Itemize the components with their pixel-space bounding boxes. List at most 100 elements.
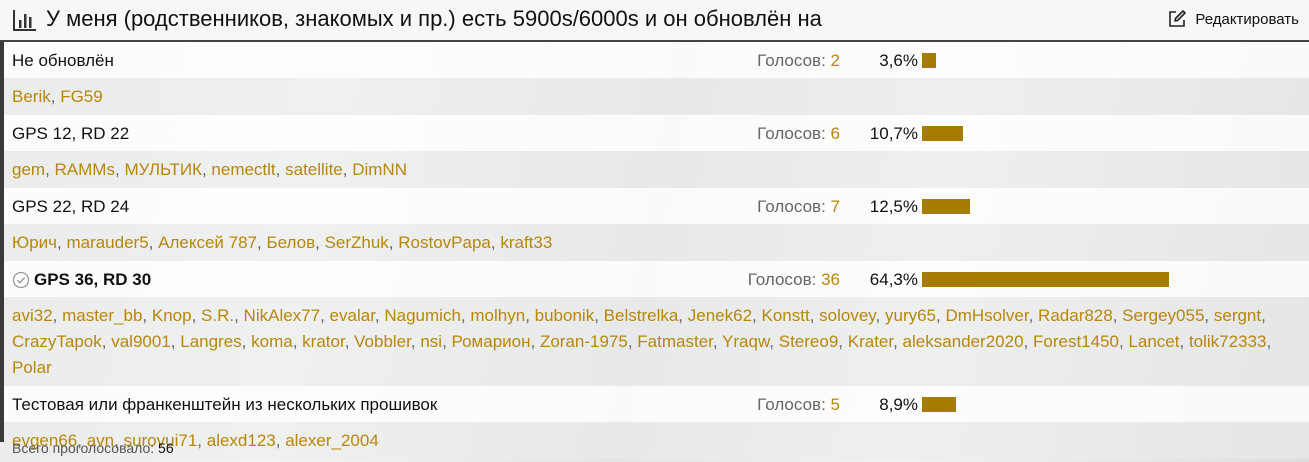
- voters-row: evgen66, avn, surovui71, alexd123, alexe…: [4, 422, 1309, 459]
- voter-link[interactable]: Vobbler: [354, 332, 411, 351]
- vote-count-label: Голосов:: [757, 395, 826, 414]
- voter-link[interactable]: S.R.: [201, 306, 234, 325]
- total-votes-label: Всего проголосовало:: [12, 440, 155, 456]
- voters-row: Berik, FG59: [4, 78, 1309, 115]
- voter-link[interactable]: alexer_2004: [285, 431, 379, 450]
- voters-row: Юрич, marauder5, Алексей 787, Белов, Ser…: [4, 224, 1309, 261]
- voter-link[interactable]: kraft33: [500, 233, 552, 252]
- voter-link[interactable]: FG59: [60, 87, 103, 106]
- voter-link[interactable]: Nagumich: [384, 306, 461, 325]
- vote-count: Голосов: 2: [757, 51, 840, 71]
- voter-link[interactable]: Алексей 787: [158, 233, 257, 252]
- voter-link[interactable]: Radar828: [1038, 306, 1113, 325]
- voters-list: Юрич, marauder5, Алексей 787, Белов, Ser…: [12, 233, 553, 252]
- voters-list: gem, RAMMs, МУЛЬТИК, nemectlt, satellite…: [12, 160, 407, 179]
- voter-link[interactable]: Berik: [12, 87, 51, 106]
- vote-percent: 8,9%: [879, 395, 918, 414]
- poll-header: У меня (родственников, знакомых и пр.) е…: [0, 0, 1309, 42]
- vote-bar: [922, 53, 936, 68]
- vote-count-value[interactable]: 6: [831, 124, 840, 143]
- bar-chart-icon: [13, 10, 36, 31]
- voter-link[interactable]: Stereo9: [779, 332, 839, 351]
- vote-percent: 3,6%: [879, 51, 918, 70]
- voter-link[interactable]: Polar: [12, 358, 52, 377]
- voter-link[interactable]: Konstt: [761, 306, 809, 325]
- poll-option-label: Тестовая или франкенштейн из нескольких …: [12, 395, 437, 415]
- voter-link[interactable]: molhyn: [470, 306, 525, 325]
- voter-link[interactable]: Ромарион: [452, 332, 531, 351]
- vote-count: Голосов: 5: [757, 395, 840, 415]
- voter-link[interactable]: nemectlt: [211, 160, 275, 179]
- voter-link[interactable]: aleksander2020: [903, 332, 1024, 351]
- voter-link[interactable]: Белов: [266, 233, 315, 252]
- voter-link[interactable]: DimNN: [352, 160, 407, 179]
- voter-link[interactable]: koma: [251, 332, 293, 351]
- voter-link[interactable]: RostovPapa: [398, 233, 491, 252]
- poll-option-row: Тестовая или франкенштейн из нескольких …: [4, 386, 1309, 422]
- chosen-check-icon: [12, 271, 30, 289]
- voter-link[interactable]: МУЛЬТИК: [124, 160, 202, 179]
- voter-link[interactable]: marauder5: [66, 233, 148, 252]
- voter-link[interactable]: Belstrelka: [604, 306, 679, 325]
- voter-link[interactable]: yury65: [885, 306, 936, 325]
- voter-link[interactable]: satellite: [285, 160, 343, 179]
- voter-link[interactable]: Юрич: [12, 233, 57, 252]
- voters-list: evgen66, avn, surovui71, alexd123, alexe…: [12, 431, 379, 450]
- poll-option-text: GPS 36, RD 30: [34, 270, 152, 289]
- vote-count-label: Голосов:: [757, 51, 826, 70]
- poll-option-label: GPS 36, RD 30: [12, 270, 151, 290]
- vote-count-value[interactable]: 5: [831, 395, 840, 414]
- vote-percent: 10,7%: [869, 124, 918, 143]
- vote-count: Голосов: 6: [757, 124, 840, 144]
- voter-link[interactable]: NikAlex77: [244, 306, 321, 325]
- edit-button[interactable]: Редактировать: [1167, 6, 1299, 32]
- voter-link[interactable]: evalar: [330, 306, 375, 325]
- edit-icon: [1169, 10, 1187, 27]
- voter-link[interactable]: Knop: [152, 306, 192, 325]
- voter-link[interactable]: Fatmaster: [637, 332, 713, 351]
- voter-link[interactable]: sergnt: [1214, 306, 1261, 325]
- poll-option-text: Не обновлён: [12, 51, 114, 70]
- poll-title: У меня (родственников, знакомых и пр.) е…: [46, 6, 822, 31]
- voter-link[interactable]: alexd123: [207, 431, 276, 450]
- vote-bar: [922, 126, 963, 141]
- vote-count-label: Голосов:: [757, 197, 826, 216]
- voter-link[interactable]: Sergey055: [1122, 306, 1204, 325]
- voter-link[interactable]: gem: [12, 160, 45, 179]
- voter-link[interactable]: avi32: [12, 306, 53, 325]
- voter-link[interactable]: CrazyTapok: [12, 332, 102, 351]
- voter-link[interactable]: Jenek62: [688, 306, 752, 325]
- poll-option-label: GPS 22, RD 24: [12, 197, 129, 217]
- voter-link[interactable]: Krater: [848, 332, 893, 351]
- poll-options: Не обновлён Голосов: 2 3,6% Berik, FG59 GPS …: [4, 42, 1309, 459]
- poll-option-row: GPS 22, RD 24 Голосов: 7 12,5%: [4, 188, 1309, 224]
- voter-link[interactable]: RAMMs: [55, 160, 115, 179]
- voter-link[interactable]: Langres: [180, 332, 241, 351]
- voter-link[interactable]: solovey: [819, 306, 875, 325]
- voter-link[interactable]: master_bb: [62, 306, 142, 325]
- voter-link[interactable]: bubonik: [535, 306, 595, 325]
- vote-percent: 64,3%: [869, 270, 918, 289]
- vote-count-label: Голосов:: [757, 124, 826, 143]
- voter-link[interactable]: Lancet: [1128, 332, 1179, 351]
- voter-link[interactable]: SerZhuk: [325, 233, 389, 252]
- voter-link[interactable]: Forest1450: [1033, 332, 1119, 351]
- voter-link[interactable]: DmHsolver: [945, 306, 1028, 325]
- poll-option-text: GPS 12, RD 22: [12, 124, 130, 143]
- voter-link[interactable]: val9001: [111, 332, 171, 351]
- vote-count-value[interactable]: 36: [821, 270, 840, 289]
- poll-option-text: Тестовая или франкенштейн из нескольких …: [12, 395, 438, 414]
- vote-percent: 12,5%: [869, 197, 918, 216]
- vote-count-label: Голосов:: [747, 270, 817, 289]
- vote-count: Голосов: 7: [757, 197, 840, 217]
- voter-link[interactable]: nsi: [420, 332, 442, 351]
- voter-link[interactable]: Zoran-1975: [540, 332, 628, 351]
- vote-count-value[interactable]: 7: [831, 197, 840, 216]
- vote-count-value[interactable]: 2: [831, 51, 840, 70]
- poll-option-row: GPS 12, RD 22 Голосов: 6 10,7%: [4, 115, 1309, 151]
- total-votes: Всего проголосовало: 56: [12, 440, 174, 456]
- poll-option-row: Не обновлён Голосов: 2 3,6%: [4, 42, 1309, 78]
- voter-link[interactable]: tolik72333: [1189, 332, 1267, 351]
- voter-link[interactable]: Yraqw: [722, 332, 769, 351]
- voter-link[interactable]: krator: [302, 332, 345, 351]
